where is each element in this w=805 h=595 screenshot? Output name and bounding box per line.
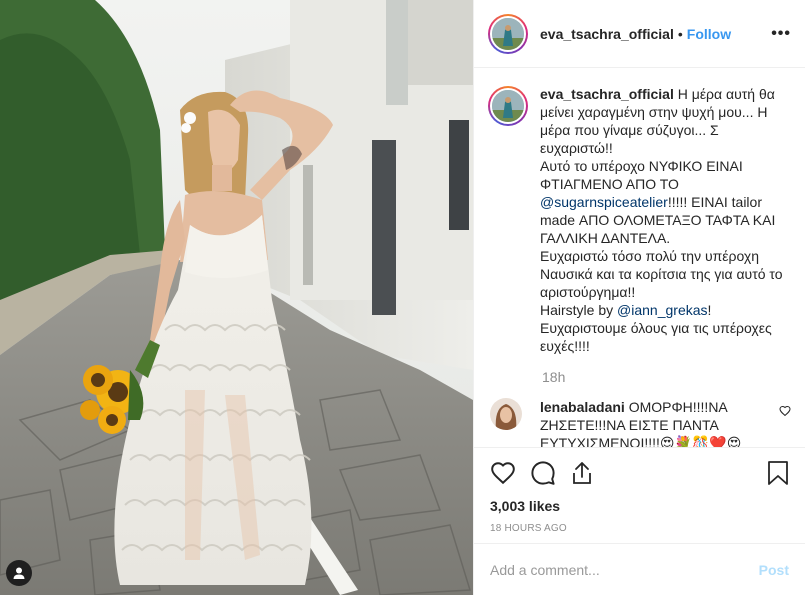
follow-button[interactable]: Follow [687, 26, 731, 42]
comment-input[interactable] [490, 561, 759, 578]
comment-icon[interactable] [530, 460, 556, 486]
comment-avatar[interactable] [490, 398, 522, 430]
caption-time: 18h [542, 369, 566, 385]
add-comment-bar: Post [474, 543, 805, 595]
caption-body: eva_tsachra_official Η μέρα αυτή θα μείν… [540, 85, 791, 355]
comment-username[interactable]: lenabaladani [540, 399, 625, 415]
comment-body: lenabaladani ΟΜΟΡΦΗ!!!!ΝΑ ΖΗΣΕΤΕ!!!ΝΑ ΕΙ… [540, 398, 770, 447]
heart-icon[interactable] [490, 460, 516, 486]
caption-avatar[interactable] [488, 86, 528, 126]
comments-list[interactable]: eva_tsachra_official Η μέρα αυτή θα μείν… [474, 69, 805, 447]
post-comment-button[interactable]: Post [759, 562, 789, 578]
comment-item: lenabaladani ΟΜΟΡΦΗ!!!!ΝΑ ΖΗΣΕΤΕ!!!ΝΑ ΕΙ… [488, 398, 791, 447]
header-separator: • [677, 25, 683, 42]
heart-small-icon[interactable] [779, 404, 791, 422]
post-photo[interactable] [0, 0, 473, 595]
header-username[interactable]: eva_tsachra_official [540, 26, 674, 42]
caption-text-2: !!!!! ΕΙΝΑΙ tailor made ΑΠΟ ΟΛΟΜΕΤΑΞΟ ΤΑ… [540, 194, 783, 318]
post-side-panel: eva_tsachra_official • Follow ••• eva_ts… [473, 0, 805, 595]
caption-username[interactable]: eva_tsachra_official [540, 86, 674, 102]
caption: eva_tsachra_official Η μέρα αυτή θα μείν… [488, 85, 791, 355]
likes-count[interactable]: 3,003 likes [490, 498, 789, 514]
wedding-photo-image [0, 0, 473, 595]
mention-link-hairstylist[interactable]: @iann_grekas [617, 302, 708, 318]
person-tag-icon[interactable] [6, 560, 32, 586]
share-icon[interactable] [570, 460, 594, 486]
action-bar: 3,003 likes 18 HOURS AGO [474, 447, 805, 543]
post-timestamp: 18 HOURS AGO [490, 523, 567, 534]
bookmark-icon[interactable] [767, 460, 789, 486]
profile-avatar[interactable] [488, 13, 528, 54]
more-options-icon[interactable]: ••• [771, 25, 791, 43]
mention-link-atelier[interactable]: @sugarnspiceatelier [540, 194, 668, 210]
post-header: eva_tsachra_official • Follow ••• [474, 0, 805, 68]
